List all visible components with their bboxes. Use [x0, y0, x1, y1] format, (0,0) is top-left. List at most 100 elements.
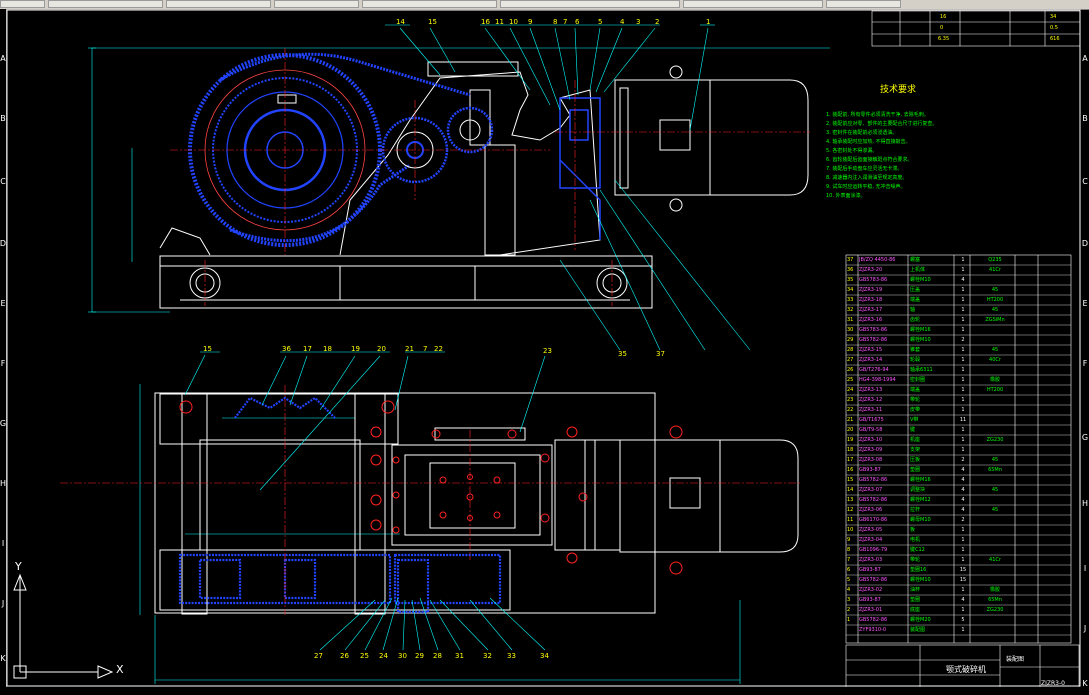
bom-cell-code: HG4-398-1994: [859, 377, 896, 383]
bom-cell-name: 锥套: [910, 347, 921, 353]
bom-cell-code: ZJZR3-11: [859, 407, 883, 413]
bom-cell-code: GB5782-86: [859, 497, 888, 503]
bom-row: 31 ZJZR3-16 齿轮 1 ZGSiMn: [846, 315, 1071, 325]
part-number: 32: [483, 652, 492, 660]
bom-cell-qty: 15: [959, 577, 967, 583]
bom-cell-mat: 65Mn: [988, 467, 1002, 473]
part-number: 7: [423, 345, 427, 353]
bom-row: 25 HG4-398-1994 密封圈 1 橡胶: [846, 375, 1071, 385]
bom-cell-qty: 4: [961, 487, 965, 493]
part-number: 31: [455, 652, 464, 660]
bom-cell-name: 轴承6311: [910, 367, 933, 373]
bom-cell-code: GB/T9-58: [859, 427, 883, 433]
bom-row: 30 GB5783-86 螺栓M16 1: [846, 325, 1071, 335]
bom-cell-code: JB/ZQ 4450-86: [859, 257, 896, 263]
front-view: [88, 24, 830, 351]
bom-cell-code: GB5782-86: [859, 617, 888, 623]
bom-cell-name: 螺栓M10: [910, 337, 931, 343]
bom-cell-no: 9: [847, 537, 851, 543]
bom-cell-no: 6: [847, 567, 851, 573]
part-number: 18: [323, 345, 332, 353]
part-number: 36: [282, 345, 291, 353]
bom-cell-no: 29: [847, 337, 854, 343]
bom-cell-name: 螺栓M10: [910, 577, 931, 583]
bom-row: 29 GB5782-86 螺栓M10 2: [846, 335, 1071, 345]
bom-cell-no: 3: [847, 597, 851, 603]
bom-row: 33 ZJZR3-18 端盖 1 HT200: [846, 295, 1071, 305]
bom-cell-name: 螺塞: [910, 257, 921, 263]
bom-row: 8 GB1096-79 键C12 1: [846, 545, 1071, 555]
bom-row: 15 GB5782-86 螺栓M16 4: [846, 475, 1071, 485]
bom-cell-qty: 1: [961, 437, 965, 443]
bom-cell-no: 24: [847, 387, 854, 393]
bom-cell-no: 37: [847, 257, 854, 263]
bom-cell-qty: 2: [961, 337, 965, 343]
bom-cell-qty: 2: [961, 457, 965, 463]
command-line[interactable]: [0, 687, 1089, 695]
bom-row: 26 GB/T276-94 轴承6311 1: [846, 365, 1071, 375]
bom-cell-name: 上机体: [910, 267, 926, 273]
bom-cell-no: 17: [847, 457, 854, 463]
bom-cell-code: ZJZR3-10: [859, 437, 883, 443]
tech-requirement-line: 10. 外表面涂漆。: [826, 193, 866, 199]
bom-row: 2 ZJZR3-01 底座 1 ZG230: [846, 605, 1071, 615]
bom-cell-name: 支架: [910, 447, 921, 453]
bom-cell-qty: 1: [961, 327, 965, 333]
bom-cell-mat: HT200: [986, 297, 1004, 303]
bom-cell-mat: 41Cr: [989, 267, 1001, 273]
part-number: 24: [379, 652, 388, 660]
tech-requirements-title: 技术要求: [880, 85, 917, 95]
bom-cell-code: GB5783-86: [859, 327, 888, 333]
bom-cell-name: 带轮: [910, 557, 921, 563]
bom-cell-name: 螺栓M10: [910, 277, 931, 283]
revision-table: 16 34 0 0.5 6.35 616: [872, 11, 1080, 46]
bom-cell-code: ZJZR3-15: [859, 347, 883, 353]
part-number: 8: [553, 18, 557, 26]
bom-cell-no: 30: [847, 327, 854, 333]
tech-requirement-line: 8. 减速器内注入润滑油至规定高度。: [826, 175, 908, 181]
bom-cell-code: GB5782-86: [859, 477, 888, 483]
bom-cell-code: ZJZR3-07: [859, 487, 883, 493]
bom-cell-code: GB5782-86: [859, 337, 888, 343]
table-cell: 616: [1050, 36, 1060, 42]
bom-cell-name: 垫圈: [910, 597, 921, 603]
drawing-title: 颚式破碎机: [946, 665, 986, 674]
bom-cell-no: 25: [847, 377, 854, 383]
drawing-number: ZJZR3-0: [1041, 680, 1065, 687]
bom-cell-qty: 1: [961, 407, 965, 413]
bom-cell-mat: 45: [991, 487, 999, 493]
bom-cell-mat: 45: [991, 307, 999, 313]
tech-requirement-line: 1. 装配前, 所有零件必须清洗干净, 去除毛刺。: [826, 112, 929, 118]
bom-cell-code: ZJZR3-08: [859, 457, 883, 463]
bom-row: 16 GB93-87 垫圈 4 65Mn: [846, 465, 1071, 475]
bom-cell-name: 电机: [910, 537, 921, 543]
bom-cell-mat: 45: [991, 287, 999, 293]
bom-cell-qty: 1: [961, 537, 965, 543]
bom-cell-name: 密封圈: [910, 377, 926, 383]
bom-cell-no: 18: [847, 447, 854, 453]
bom-cell-no: 13: [847, 497, 854, 503]
part-number: 28: [433, 652, 442, 660]
table-cell: 16: [940, 14, 947, 20]
bom-cell-code: GB93-87: [859, 467, 881, 473]
bom-cell-code: ZJZR3-17: [859, 307, 883, 313]
bom-cell-no: 16: [847, 467, 854, 473]
bom-cell-no: 1: [847, 617, 851, 623]
bom-row: 23 ZJZR3-12 带轮 1: [846, 395, 1071, 405]
bom-cell-qty: 1: [961, 287, 965, 293]
ucs-icon: [13, 573, 114, 679]
bom-cell-no: 14: [847, 487, 854, 493]
title-block: 颚式破碎机 装配图 ZJZR3-0: [846, 646, 1079, 692]
bom-cell-mat: 橡胶: [989, 587, 1000, 593]
part-number: 2: [655, 18, 659, 26]
bom-cell-no: 19: [847, 437, 854, 443]
bom-row: ZYF9310-0 装配图 1: [846, 625, 1071, 635]
bom-cell-code: ZJZR3-20: [859, 267, 883, 273]
bom-cell-mat: ZGSiMn: [985, 317, 1005, 323]
bom-cell-no: 32: [847, 307, 854, 313]
bom-cell-code: ZJZR3-19: [859, 287, 883, 293]
bom-cell-name: 螺母M10: [910, 517, 931, 523]
bom-cell-qty: 1: [961, 527, 965, 533]
part-number: 16: [481, 18, 490, 26]
part-number: 22: [434, 345, 443, 353]
